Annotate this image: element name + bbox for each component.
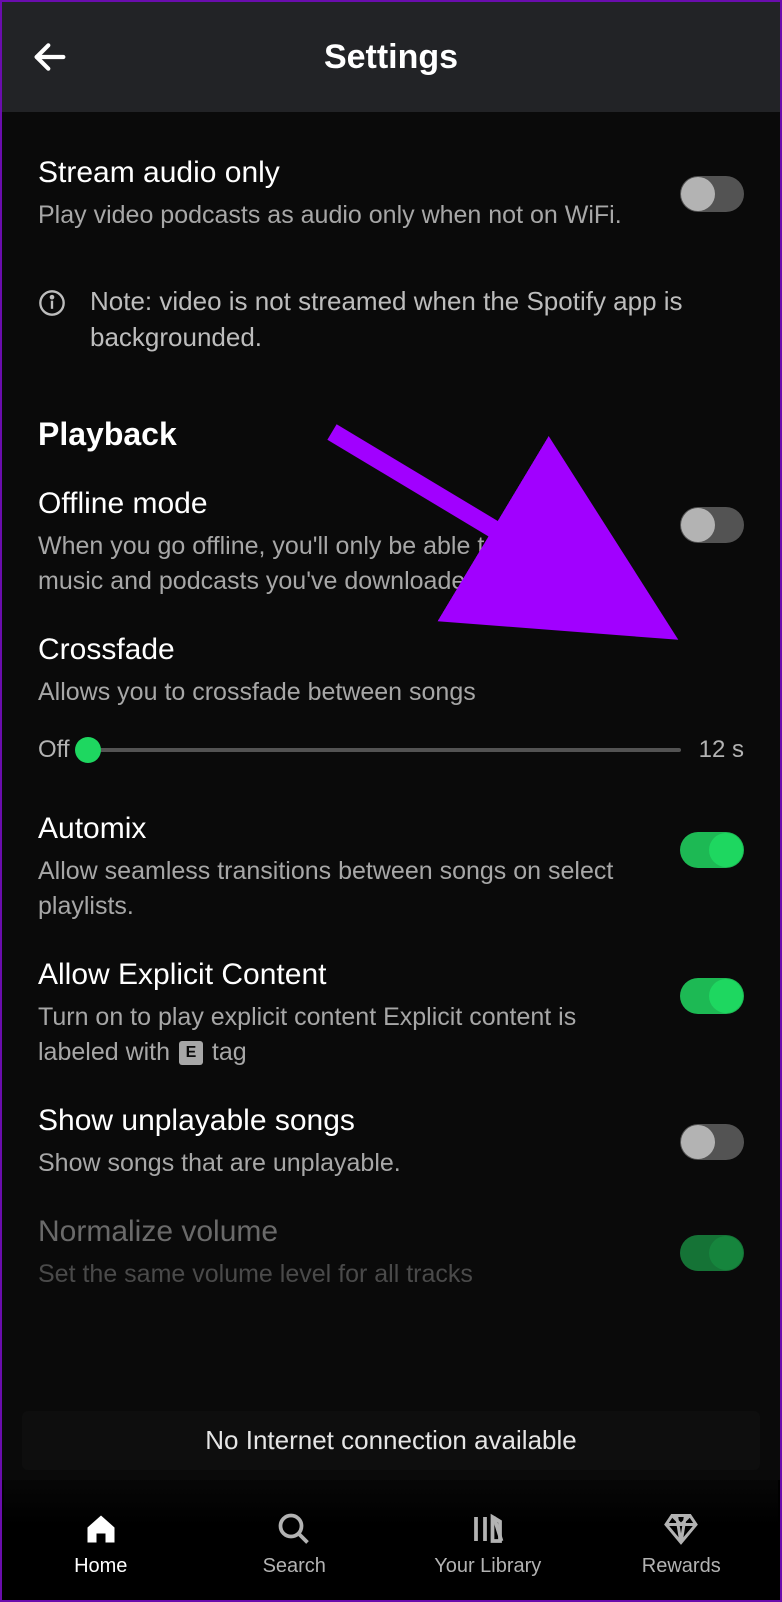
setting-explicit[interactable]: Allow Explicit Content Turn on to play e… — [38, 934, 744, 1080]
toggle-unplayable[interactable] — [680, 1124, 744, 1160]
setting-desc: Play video podcasts as audio only when n… — [38, 198, 650, 233]
setting-desc: Allow seamless transitions between songs… — [38, 854, 650, 924]
setting-automix[interactable]: Automix Allow seamless transitions betwe… — [38, 788, 744, 934]
toggle-stream-audio-only[interactable] — [680, 176, 744, 212]
setting-title: Normalize volume — [38, 1215, 650, 1249]
setting-title: Stream audio only — [38, 156, 650, 190]
header-bar: Settings — [2, 2, 780, 112]
toggle-automix[interactable] — [680, 832, 744, 868]
setting-desc: Set the same volume level for all tracks — [38, 1257, 650, 1292]
setting-text: Allow Explicit Content Turn on to play e… — [38, 958, 680, 1070]
setting-text: Stream audio only Play video podcasts as… — [38, 156, 680, 233]
setting-title: Offline mode — [38, 487, 650, 521]
settings-content: Stream audio only Play video podcasts as… — [2, 112, 780, 1480]
page-title: Settings — [324, 38, 458, 77]
search-icon — [274, 1509, 314, 1549]
setting-text: Normalize volume Set the same volume lev… — [38, 1215, 680, 1292]
setting-desc: Allows you to crossfade between songs — [38, 675, 714, 710]
setting-title: Show unplayable songs — [38, 1104, 650, 1138]
explicit-tag-icon: E — [179, 1041, 203, 1065]
nav-label: Your Library — [434, 1555, 541, 1578]
toggle-offline-mode[interactable] — [680, 507, 744, 543]
nav-label: Rewards — [642, 1555, 721, 1578]
info-icon — [38, 289, 66, 317]
setting-title: Crossfade — [38, 633, 714, 667]
crossfade-slider[interactable] — [88, 748, 681, 752]
setting-text: Show unplayable songs Show songs that ar… — [38, 1104, 680, 1181]
slider-max-label: 12 s — [699, 736, 744, 764]
toggle-explicit[interactable] — [680, 978, 744, 1014]
slider-min-label: Off — [38, 736, 70, 764]
slider-thumb[interactable] — [75, 737, 101, 763]
setting-desc: Turn on to play explicit content Explici… — [38, 1000, 650, 1070]
note-row: Note: video is not streamed when the Spo… — [38, 243, 744, 386]
setting-text: Automix Allow seamless transitions betwe… — [38, 812, 680, 924]
diamond-icon — [661, 1509, 701, 1549]
setting-stream-audio-only[interactable]: Stream audio only Play video podcasts as… — [38, 132, 744, 243]
home-icon — [81, 1509, 121, 1549]
setting-unplayable[interactable]: Show unplayable songs Show songs that ar… — [38, 1080, 744, 1191]
nav-search[interactable]: Search — [198, 1509, 392, 1578]
toast-no-internet: No Internet connection available — [22, 1411, 760, 1470]
setting-title: Automix — [38, 812, 650, 846]
setting-normalize[interactable]: Normalize volume Set the same volume lev… — [38, 1191, 744, 1302]
crossfade-slider-row: Off 12 s — [38, 710, 744, 788]
setting-text: Offline mode When you go offline, you'll… — [38, 487, 680, 599]
section-header-playback: Playback — [38, 386, 744, 463]
bottom-nav: Home Search Your Library Rewards — [4, 1478, 778, 1598]
arrow-left-icon — [30, 37, 70, 77]
setting-desc: When you go offline, you'll only be able… — [38, 529, 650, 599]
back-button[interactable] — [26, 33, 74, 81]
explicit-desc-pre: Turn on to play explicit content Explici… — [38, 1003, 576, 1066]
setting-offline-mode[interactable]: Offline mode When you go offline, you'll… — [38, 463, 744, 609]
setting-title: Allow Explicit Content — [38, 958, 650, 992]
setting-desc: Show songs that are unplayable. — [38, 1146, 650, 1181]
explicit-desc-post: tag — [205, 1038, 247, 1066]
nav-label: Home — [74, 1555, 127, 1578]
setting-crossfade: Crossfade Allows you to crossfade betwee… — [38, 609, 744, 710]
note-text: Note: video is not streamed when the Spo… — [90, 283, 744, 356]
toggle-normalize[interactable] — [680, 1235, 744, 1271]
library-icon — [468, 1509, 508, 1549]
setting-text: Crossfade Allows you to crossfade betwee… — [38, 633, 744, 710]
nav-library[interactable]: Your Library — [391, 1509, 585, 1578]
nav-home[interactable]: Home — [4, 1509, 198, 1578]
nav-label: Search — [263, 1555, 326, 1578]
nav-rewards[interactable]: Rewards — [585, 1509, 779, 1578]
